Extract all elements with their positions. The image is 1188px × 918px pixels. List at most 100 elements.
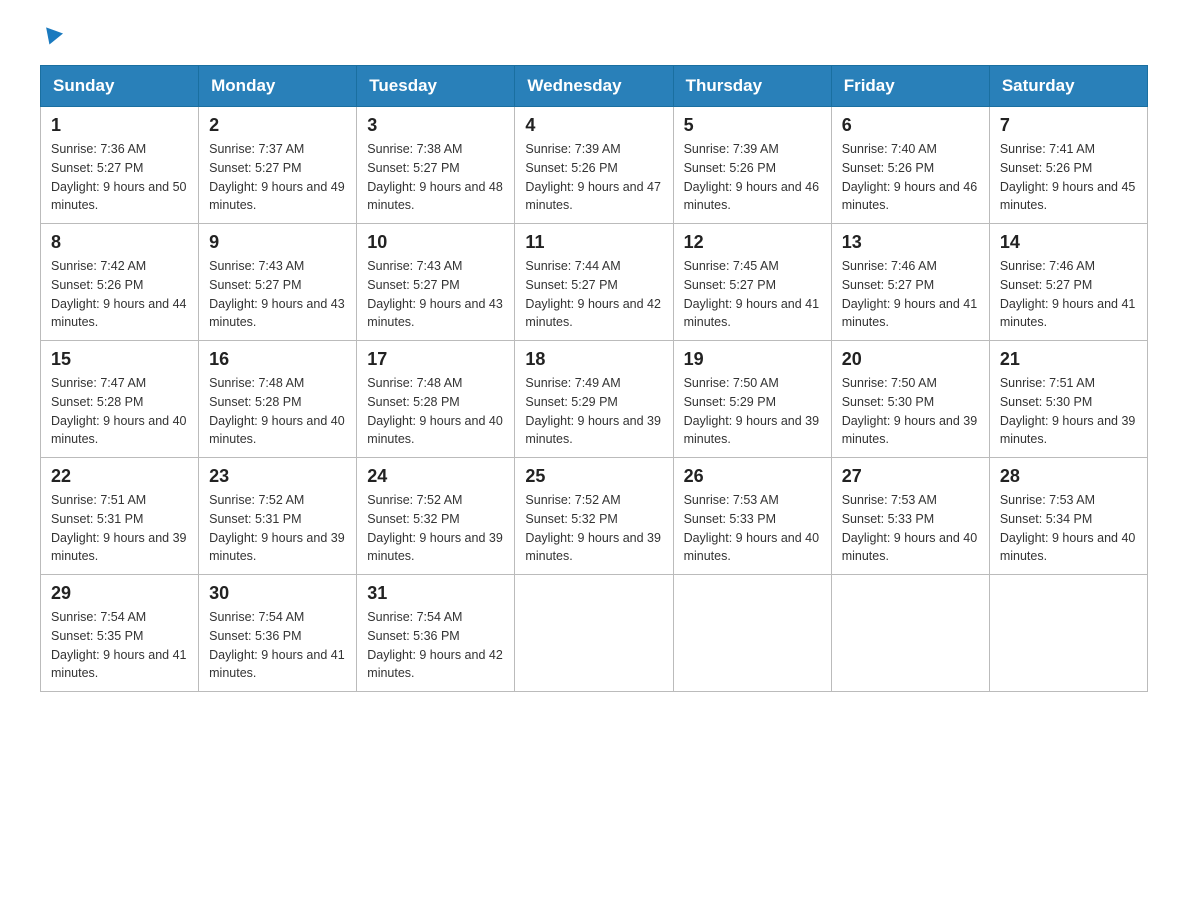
day-number: 6 (842, 115, 979, 136)
day-info: Sunrise: 7:50 AMSunset: 5:30 PMDaylight:… (842, 374, 979, 449)
day-number: 14 (1000, 232, 1137, 253)
calendar-cell: 22 Sunrise: 7:51 AMSunset: 5:31 PMDayligh… (41, 458, 199, 575)
calendar-cell: 2Sunrise: 7:37 AMSunset: 5:27 PMDaylight… (199, 107, 357, 224)
day-number: 27 (842, 466, 979, 487)
calendar-cell: 28 Sunrise: 7:53 AMSunset: 5:34 PMDayligh… (989, 458, 1147, 575)
day-info: Sunrise: 7:48 AMSunset: 5:28 PMDaylight:… (209, 374, 346, 449)
day-number: 25 (525, 466, 662, 487)
day-info: Sunrise: 7:50 AMSunset: 5:29 PMDaylight:… (684, 374, 821, 449)
calendar-cell: 16 Sunrise: 7:48 AMSunset: 5:28 PMDayligh… (199, 341, 357, 458)
calendar-cell: 27 Sunrise: 7:53 AMSunset: 5:33 PMDayligh… (831, 458, 989, 575)
calendar-cell: 18 Sunrise: 7:49 AMSunset: 5:29 PMDayligh… (515, 341, 673, 458)
day-number: 13 (842, 232, 979, 253)
day-number: 7 (1000, 115, 1137, 136)
day-number: 15 (51, 349, 188, 370)
weekday-header-saturday: Saturday (989, 66, 1147, 107)
day-info: Sunrise: 7:38 AMSunset: 5:27 PMDaylight:… (367, 140, 504, 215)
day-info: Sunrise: 7:53 AMSunset: 5:33 PMDaylight:… (842, 491, 979, 566)
calendar-cell: 21 Sunrise: 7:51 AMSunset: 5:30 PMDayligh… (989, 341, 1147, 458)
day-number: 28 (1000, 466, 1137, 487)
day-info: Sunrise: 7:40 AMSunset: 5:26 PMDaylight:… (842, 140, 979, 215)
day-info: Sunrise: 7:48 AMSunset: 5:28 PMDaylight:… (367, 374, 504, 449)
day-number: 31 (367, 583, 504, 604)
day-number: 18 (525, 349, 662, 370)
calendar-cell: 20 Sunrise: 7:50 AMSunset: 5:30 PMDayligh… (831, 341, 989, 458)
day-info: Sunrise: 7:36 AMSunset: 5:27 PMDaylight:… (51, 140, 188, 215)
calendar-cell: 26 Sunrise: 7:53 AMSunset: 5:33 PMDayligh… (673, 458, 831, 575)
day-info: Sunrise: 7:52 AMSunset: 5:32 PMDaylight:… (525, 491, 662, 566)
calendar-cell: 19 Sunrise: 7:50 AMSunset: 5:29 PMDayligh… (673, 341, 831, 458)
day-info: Sunrise: 7:54 AMSunset: 5:35 PMDaylight:… (51, 608, 188, 683)
calendar-cell: 12 Sunrise: 7:45 AMSunset: 5:27 PMDayligh… (673, 224, 831, 341)
day-number: 3 (367, 115, 504, 136)
day-number: 22 (51, 466, 188, 487)
week-row-1: 1Sunrise: 7:36 AMSunset: 5:27 PMDaylight… (41, 107, 1148, 224)
calendar-cell: 9Sunrise: 7:43 AMSunset: 5:27 PMDaylight… (199, 224, 357, 341)
day-info: Sunrise: 7:52 AMSunset: 5:32 PMDaylight:… (367, 491, 504, 566)
day-number: 16 (209, 349, 346, 370)
week-row-3: 15 Sunrise: 7:47 AMSunset: 5:28 PMDayligh… (41, 341, 1148, 458)
day-number: 23 (209, 466, 346, 487)
day-info: Sunrise: 7:49 AMSunset: 5:29 PMDaylight:… (525, 374, 662, 449)
day-info: Sunrise: 7:54 AMSunset: 5:36 PMDaylight:… (209, 608, 346, 683)
day-info: Sunrise: 7:53 AMSunset: 5:34 PMDaylight:… (1000, 491, 1137, 566)
day-info: Sunrise: 7:37 AMSunset: 5:27 PMDaylight:… (209, 140, 346, 215)
day-info: Sunrise: 7:46 AMSunset: 5:27 PMDaylight:… (1000, 257, 1137, 332)
day-info: Sunrise: 7:39 AMSunset: 5:26 PMDaylight:… (684, 140, 821, 215)
day-info: Sunrise: 7:41 AMSunset: 5:26 PMDaylight:… (1000, 140, 1137, 215)
calendar-cell: 5 Sunrise: 7:39 AMSunset: 5:26 PMDaylight… (673, 107, 831, 224)
calendar-cell: 23 Sunrise: 7:52 AMSunset: 5:31 PMDayligh… (199, 458, 357, 575)
calendar-cell: 11Sunrise: 7:44 AMSunset: 5:27 PMDayligh… (515, 224, 673, 341)
day-info: Sunrise: 7:43 AMSunset: 5:27 PMDaylight:… (367, 257, 504, 332)
day-number: 4 (525, 115, 662, 136)
day-info: Sunrise: 7:54 AMSunset: 5:36 PMDaylight:… (367, 608, 504, 683)
day-number: 5 (684, 115, 821, 136)
calendar-cell: 15 Sunrise: 7:47 AMSunset: 5:28 PMDayligh… (41, 341, 199, 458)
day-info: Sunrise: 7:39 AMSunset: 5:26 PMDaylight:… (525, 140, 662, 215)
day-number: 30 (209, 583, 346, 604)
day-info: Sunrise: 7:42 AMSunset: 5:26 PMDaylight:… (51, 257, 188, 332)
day-info: Sunrise: 7:45 AMSunset: 5:27 PMDaylight:… (684, 257, 821, 332)
calendar-cell: 8Sunrise: 7:42 AMSunset: 5:26 PMDaylight… (41, 224, 199, 341)
day-info: Sunrise: 7:51 AMSunset: 5:31 PMDaylight:… (51, 491, 188, 566)
week-row-2: 8Sunrise: 7:42 AMSunset: 5:26 PMDaylight… (41, 224, 1148, 341)
weekday-header-monday: Monday (199, 66, 357, 107)
weekday-header-tuesday: Tuesday (357, 66, 515, 107)
calendar-cell: 10 Sunrise: 7:43 AMSunset: 5:27 PMDayligh… (357, 224, 515, 341)
day-number: 12 (684, 232, 821, 253)
calendar-cell: 24 Sunrise: 7:52 AMSunset: 5:32 PMDayligh… (357, 458, 515, 575)
weekday-header-friday: Friday (831, 66, 989, 107)
calendar-cell: 13 Sunrise: 7:46 AMSunset: 5:27 PMDayligh… (831, 224, 989, 341)
day-info: Sunrise: 7:53 AMSunset: 5:33 PMDaylight:… (684, 491, 821, 566)
weekday-header-sunday: Sunday (41, 66, 199, 107)
calendar-cell: 25 Sunrise: 7:52 AMSunset: 5:32 PMDayligh… (515, 458, 673, 575)
day-info: Sunrise: 7:43 AMSunset: 5:27 PMDaylight:… (209, 257, 346, 332)
weekday-header-thursday: Thursday (673, 66, 831, 107)
weekday-header-wednesday: Wednesday (515, 66, 673, 107)
day-info: Sunrise: 7:51 AMSunset: 5:30 PMDaylight:… (1000, 374, 1137, 449)
calendar-table: SundayMondayTuesdayWednesdayThursdayFrid… (40, 65, 1148, 692)
calendar-cell: 31 Sunrise: 7:54 AMSunset: 5:36 PMDayligh… (357, 575, 515, 692)
calendar-cell (831, 575, 989, 692)
calendar-cell (515, 575, 673, 692)
day-number: 10 (367, 232, 504, 253)
logo-triangle-icon (41, 27, 63, 47)
day-number: 29 (51, 583, 188, 604)
page-header (40, 30, 1148, 45)
day-number: 26 (684, 466, 821, 487)
calendar-cell (673, 575, 831, 692)
day-info: Sunrise: 7:46 AMSunset: 5:27 PMDaylight:… (842, 257, 979, 332)
logo (40, 30, 61, 45)
calendar-cell: 7 Sunrise: 7:41 AMSunset: 5:26 PMDaylight… (989, 107, 1147, 224)
day-info: Sunrise: 7:52 AMSunset: 5:31 PMDaylight:… (209, 491, 346, 566)
day-number: 20 (842, 349, 979, 370)
calendar-cell: 1Sunrise: 7:36 AMSunset: 5:27 PMDaylight… (41, 107, 199, 224)
day-info: Sunrise: 7:47 AMSunset: 5:28 PMDaylight:… (51, 374, 188, 449)
day-number: 19 (684, 349, 821, 370)
day-number: 21 (1000, 349, 1137, 370)
calendar-cell: 17 Sunrise: 7:48 AMSunset: 5:28 PMDayligh… (357, 341, 515, 458)
day-number: 24 (367, 466, 504, 487)
calendar-cell: 14 Sunrise: 7:46 AMSunset: 5:27 PMDayligh… (989, 224, 1147, 341)
day-number: 17 (367, 349, 504, 370)
day-number: 11 (525, 232, 662, 253)
